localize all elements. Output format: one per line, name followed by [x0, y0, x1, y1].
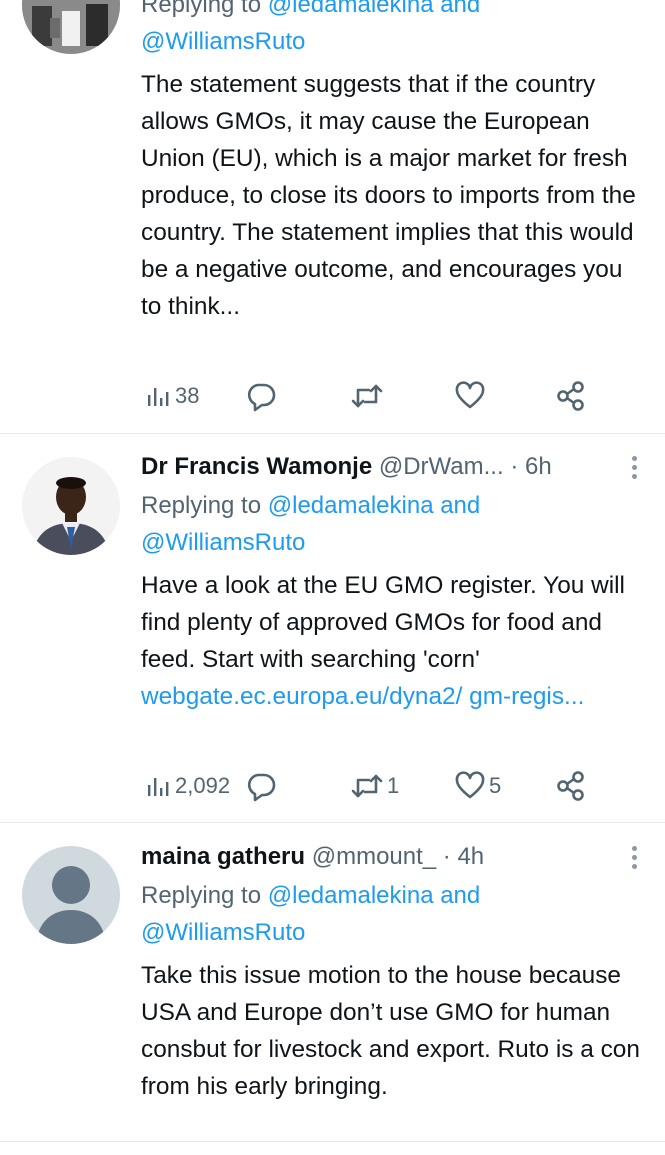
views-icon	[148, 778, 169, 796]
retweet-button[interactable]	[350, 378, 387, 414]
mention-link[interactable]: @WilliamsRuto	[141, 529, 305, 556]
views-button[interactable]: 38	[146, 378, 199, 414]
tweet-2[interactable]: Dr Francis Wamonje @DrWam... · 6h Replyi…	[0, 434, 665, 823]
avatar-image	[22, 457, 120, 555]
display-name[interactable]: Dr Francis Wamonje	[141, 453, 372, 480]
like-icon	[455, 381, 485, 409]
tweet-text: Have a look at the EU GMO register. You …	[141, 567, 646, 715]
more-icon[interactable]	[632, 846, 638, 873]
mention-link[interactable]: @ledamalekina and	[268, 492, 481, 519]
mention-link[interactable]: @WilliamsRuto	[141, 28, 305, 55]
reply-button[interactable]	[245, 768, 280, 804]
share-icon	[557, 381, 584, 411]
like-icon	[455, 771, 485, 799]
share-button[interactable]	[555, 378, 587, 414]
default-avatar-icon	[22, 846, 120, 944]
tweet-text: Take this issue motion to the house beca…	[141, 962, 640, 1100]
mention-link[interactable]: @ledamalekina and	[268, 882, 481, 909]
like-count: 5	[489, 773, 502, 798]
views-button[interactable]: 2,092	[146, 768, 230, 804]
views-count: 38	[175, 383, 200, 408]
retweet-count: 1	[387, 773, 400, 798]
retweet-button[interactable]: 1	[350, 768, 399, 804]
reply-icon	[247, 383, 276, 412]
tweet-text-content: Have a look at the EU GMO register. You …	[141, 572, 625, 673]
like-button[interactable]: 5	[454, 768, 501, 804]
handle[interactable]: @mmount_	[312, 843, 436, 870]
avatar[interactable]	[22, 0, 120, 54]
reply-icon	[247, 773, 276, 802]
share-button[interactable]	[555, 768, 587, 804]
reply-button[interactable]	[245, 378, 280, 414]
more-icon[interactable]	[632, 456, 638, 483]
tweet-header: maina gatheru @mmount_ · 4h	[141, 841, 484, 873]
retweet-icon	[351, 774, 383, 798]
replying-to: Replying to @ledamalekina and @WilliamsR…	[141, 487, 651, 561]
replying-to: Replying to @ledamalekina and @WilliamsR…	[141, 0, 651, 60]
action-bar: 2,092 1 5	[141, 768, 601, 804]
tweet-text: The statement suggests that if the count…	[141, 71, 636, 320]
tweet-header: Dr Francis Wamonje @DrWam... · 6h	[141, 451, 552, 483]
mention-link[interactable]: @WilliamsRuto	[141, 919, 305, 946]
external-link[interactable]: webgate.ec.europa.eu/dyna2/ gm-regis...	[141, 683, 584, 710]
timestamp[interactable]: · 4h	[443, 843, 484, 870]
display-name[interactable]: maina gatheru	[141, 843, 305, 870]
replying-prefix: Replying to	[141, 492, 268, 519]
share-icon	[557, 771, 584, 801]
tweet-3[interactable]: maina gatheru @mmount_ · 4h Replying to …	[0, 823, 665, 1142]
replying-prefix: Replying to	[141, 882, 268, 909]
handle[interactable]: @DrWam...	[379, 453, 504, 480]
avatar-image	[22, 0, 120, 54]
tweet-1[interactable]: Replying to @ledamalekina and @WilliamsR…	[0, 0, 665, 434]
retweet-icon	[351, 384, 383, 408]
avatar[interactable]	[22, 846, 120, 944]
mention-link[interactable]: @ledamalekina and	[268, 0, 481, 18]
views-count: 2,092	[175, 773, 231, 798]
avatar[interactable]	[22, 457, 120, 555]
replying-prefix: Replying to	[141, 0, 268, 18]
timestamp[interactable]: · 6h	[510, 453, 551, 480]
like-button[interactable]	[454, 378, 489, 414]
action-bar: 38	[141, 378, 601, 414]
views-icon	[148, 388, 169, 406]
replying-to: Replying to @ledamalekina and @WilliamsR…	[141, 877, 651, 951]
